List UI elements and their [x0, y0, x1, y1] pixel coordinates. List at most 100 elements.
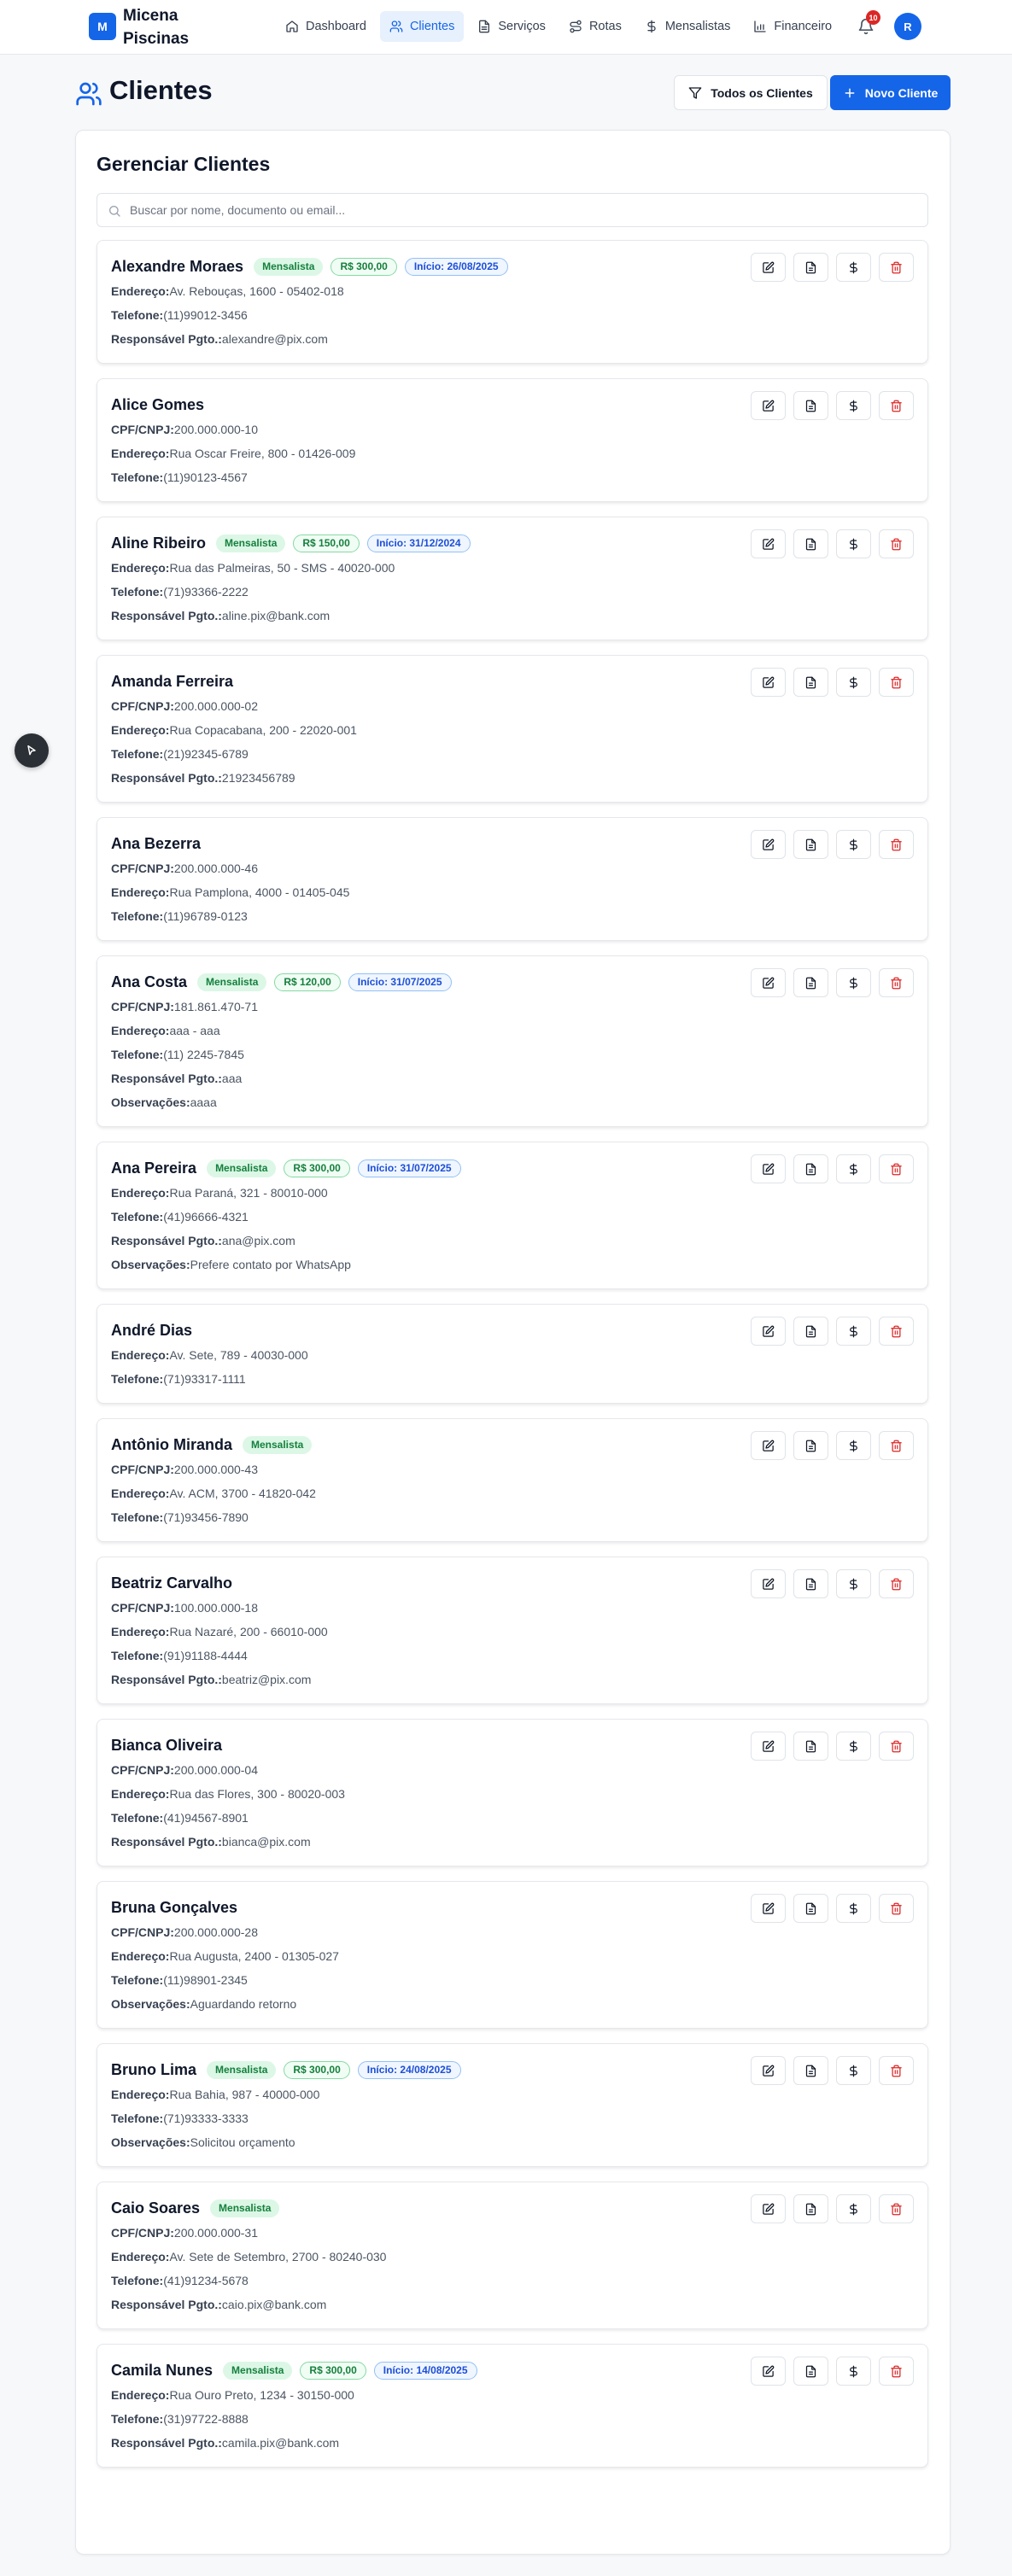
client-documents-button[interactable] — [793, 529, 828, 558]
edit-client-button[interactable] — [751, 2194, 786, 2223]
delete-client-button[interactable] — [879, 1154, 914, 1183]
client-name[interactable]: Alexandre Moraes — [111, 258, 243, 276]
client-name[interactable]: Bruno Lima — [111, 2061, 196, 2079]
filter-all-clients-button[interactable]: Todos os Clientes — [674, 75, 828, 110]
client-payments-button[interactable] — [836, 2357, 871, 2386]
edit-client-button[interactable] — [751, 1431, 786, 1460]
delete-client-button[interactable] — [879, 1431, 914, 1460]
client-documents-button[interactable] — [793, 2357, 828, 2386]
client-documents-button[interactable] — [793, 2194, 828, 2223]
client-documents-button[interactable] — [793, 1732, 828, 1761]
client-name[interactable]: Beatriz Carvalho — [111, 1574, 232, 1592]
edit-client-button[interactable] — [751, 1894, 786, 1923]
user-avatar[interactable]: R — [894, 13, 921, 40]
client-name[interactable]: Camila Nunes — [111, 2362, 213, 2380]
edit-client-button[interactable] — [751, 668, 786, 697]
delete-client-button[interactable] — [879, 668, 914, 697]
client-field-endereco: Endereço:Av. ACM, 3700 - 41820-042 — [111, 1481, 914, 1505]
brand-name[interactable]: Micena Piscinas — [123, 4, 234, 50]
edit-client-button[interactable] — [751, 2056, 786, 2085]
client-name[interactable]: Ana Bezerra — [111, 835, 201, 853]
client-name[interactable]: Caio Soares — [111, 2199, 200, 2217]
client-payments-button[interactable] — [836, 391, 871, 420]
client-payments-button[interactable] — [836, 529, 871, 558]
delete-client-button[interactable] — [879, 1732, 914, 1761]
edit-client-button[interactable] — [751, 968, 786, 997]
nav-item-mensalistas[interactable]: Mensalistas — [635, 11, 740, 42]
client-payments-button[interactable] — [836, 2056, 871, 2085]
client-payments-button[interactable] — [836, 830, 871, 859]
client-name[interactable]: Ana Costa — [111, 973, 187, 991]
client-documents-button[interactable] — [793, 1894, 828, 1923]
start-date-badge: Início: 31/12/2024 — [366, 534, 471, 552]
client-name[interactable]: Bruna Gonçalves — [111, 1899, 237, 1917]
client-documents-button[interactable] — [793, 830, 828, 859]
client-payments-button[interactable] — [836, 1732, 871, 1761]
client-payments-button[interactable] — [836, 1154, 871, 1183]
delete-client-button[interactable] — [879, 968, 914, 997]
client-field-responsavel: Responsável Pgto.:camila.pix@bank.com — [111, 2431, 914, 2455]
edit-client-button[interactable] — [751, 2357, 786, 2386]
client-documents-button[interactable] — [793, 668, 828, 697]
nav-item-dashboard[interactable]: Dashboard — [276, 11, 376, 42]
client-payments-button[interactable] — [836, 968, 871, 997]
edit-client-button[interactable] — [751, 1154, 786, 1183]
client-documents-button[interactable] — [793, 391, 828, 420]
search-input[interactable] — [130, 194, 915, 226]
floating-assist-button[interactable] — [15, 733, 49, 768]
client-payments-button[interactable] — [836, 1431, 871, 1460]
delete-client-button[interactable] — [879, 2357, 914, 2386]
nav-item-financeiro[interactable]: Financeiro — [744, 11, 841, 42]
edit-client-button[interactable] — [751, 391, 786, 420]
delete-client-button[interactable] — [879, 1569, 914, 1598]
client-name[interactable]: Aline Ribeiro — [111, 534, 206, 552]
nav-item-clientes[interactable]: Clientes — [379, 11, 465, 42]
delete-client-button[interactable] — [879, 391, 914, 420]
client-payments-button[interactable] — [836, 1569, 871, 1598]
delete-client-button[interactable] — [879, 2056, 914, 2085]
trash-icon — [890, 2203, 903, 2216]
field-label: Responsável Pgto.: — [111, 771, 222, 785]
edit-client-button[interactable] — [751, 1732, 786, 1761]
client-field-endereco: Endereço:Av. Sete, 789 - 40030-000 — [111, 1343, 914, 1367]
client-documents-button[interactable] — [793, 2056, 828, 2085]
client-documents-button[interactable] — [793, 253, 828, 282]
client-field-telefone: Telefone:(71)93366-2222 — [111, 580, 914, 604]
client-documents-button[interactable] — [793, 1569, 828, 1598]
client-payments-button[interactable] — [836, 1317, 871, 1346]
client-documents-button[interactable] — [793, 1431, 828, 1460]
client-payments-button[interactable] — [836, 668, 871, 697]
delete-client-button[interactable] — [879, 2194, 914, 2223]
delete-client-button[interactable] — [879, 830, 914, 859]
client-name[interactable]: André Dias — [111, 1322, 192, 1340]
edit-client-button[interactable] — [751, 830, 786, 859]
search-icon — [109, 206, 120, 217]
client-documents-button[interactable] — [793, 1154, 828, 1183]
edit-client-button[interactable] — [751, 1569, 786, 1598]
client-card: Alexandre Moraes Mensalista R$ 300,00 Iníci… — [97, 240, 928, 364]
client-name[interactable]: Amanda Ferreira — [111, 673, 233, 691]
client-payments-button[interactable] — [836, 2194, 871, 2223]
client-name[interactable]: Bianca Oliveira — [111, 1737, 222, 1755]
field-value: aline.pix@bank.com — [221, 609, 331, 622]
client-documents-button[interactable] — [793, 1317, 828, 1346]
client-field-responsavel: Responsável Pgto.:bianca@pix.com — [111, 1830, 914, 1854]
edit-client-button[interactable] — [751, 1317, 786, 1346]
delete-client-button[interactable] — [879, 529, 914, 558]
nav-item-servicos[interactable]: Serviços — [468, 11, 555, 42]
client-name[interactable]: Ana Pereira — [111, 1159, 196, 1177]
delete-client-button[interactable] — [879, 253, 914, 282]
client-payments-button[interactable] — [836, 253, 871, 282]
client-payments-button[interactable] — [836, 1894, 871, 1923]
new-client-button[interactable]: Novo Cliente — [830, 75, 951, 110]
nav-item-label: Dashboard — [306, 20, 366, 33]
client-name[interactable]: Antônio Miranda — [111, 1436, 232, 1454]
nav-item-rotas[interactable]: Rotas — [559, 11, 631, 42]
edit-client-button[interactable] — [751, 529, 786, 558]
logo-badge[interactable]: M — [89, 13, 116, 40]
client-name[interactable]: Alice Gomes — [111, 396, 204, 414]
delete-client-button[interactable] — [879, 1317, 914, 1346]
delete-client-button[interactable] — [879, 1894, 914, 1923]
client-documents-button[interactable] — [793, 968, 828, 997]
edit-client-button[interactable] — [751, 253, 786, 282]
